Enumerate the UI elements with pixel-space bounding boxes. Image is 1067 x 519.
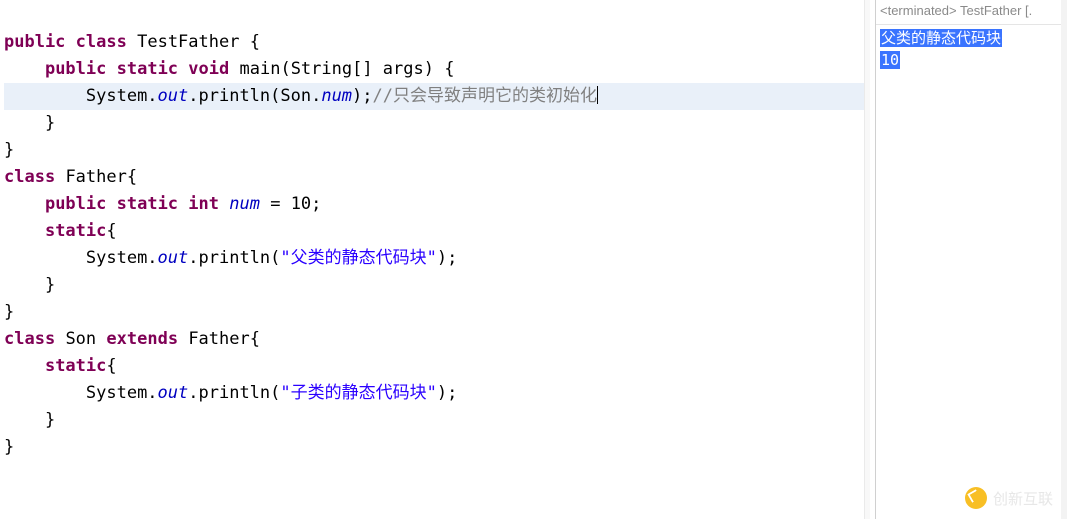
- watermark: 创新互联: [965, 487, 1053, 509]
- code-line: System.out.println("父类的静态代码块");: [4, 248, 457, 268]
- code-line: }: [4, 302, 14, 322]
- code-line: System.out.println("子类的静态代码块");: [4, 383, 457, 403]
- watermark-text: 创新互联: [993, 488, 1053, 509]
- console-panel: <terminated> TestFather [. 父类的静态代码块 10: [875, 0, 1067, 519]
- code-line: class Son extends Father{: [4, 329, 260, 349]
- code-line: }: [4, 275, 55, 295]
- comment: //只会导致声明它的类初始化: [373, 86, 597, 106]
- console-line: 父类的静态代码块: [880, 29, 1002, 47]
- code-line: }: [4, 410, 55, 430]
- editor-scrollbar[interactable]: [864, 0, 870, 519]
- code-line: class Father{: [4, 167, 137, 187]
- text-caret: [597, 86, 598, 104]
- code-line: public class TestFather {: [4, 32, 260, 52]
- code-line: }: [4, 140, 14, 160]
- watermark-logo-icon: [965, 487, 987, 509]
- console-header: <terminated> TestFather [.: [876, 0, 1067, 25]
- code-line: public static void main(String[] args) {: [4, 59, 454, 79]
- code-line: }: [4, 113, 55, 133]
- console-output[interactable]: 父类的静态代码块 10: [876, 25, 1067, 73]
- console-line: 10: [880, 51, 900, 69]
- code-line-highlighted: System.out.println(Son.num);//只会导致声明它的类初…: [4, 83, 866, 110]
- code-line: static{: [4, 356, 117, 376]
- code-line: public static int num = 10;: [4, 194, 321, 214]
- console-scrollbar[interactable]: [1061, 0, 1067, 519]
- code-line: }: [4, 437, 14, 457]
- code-editor[interactable]: public class TestFather { public static …: [0, 0, 870, 519]
- code-line: static{: [4, 221, 117, 241]
